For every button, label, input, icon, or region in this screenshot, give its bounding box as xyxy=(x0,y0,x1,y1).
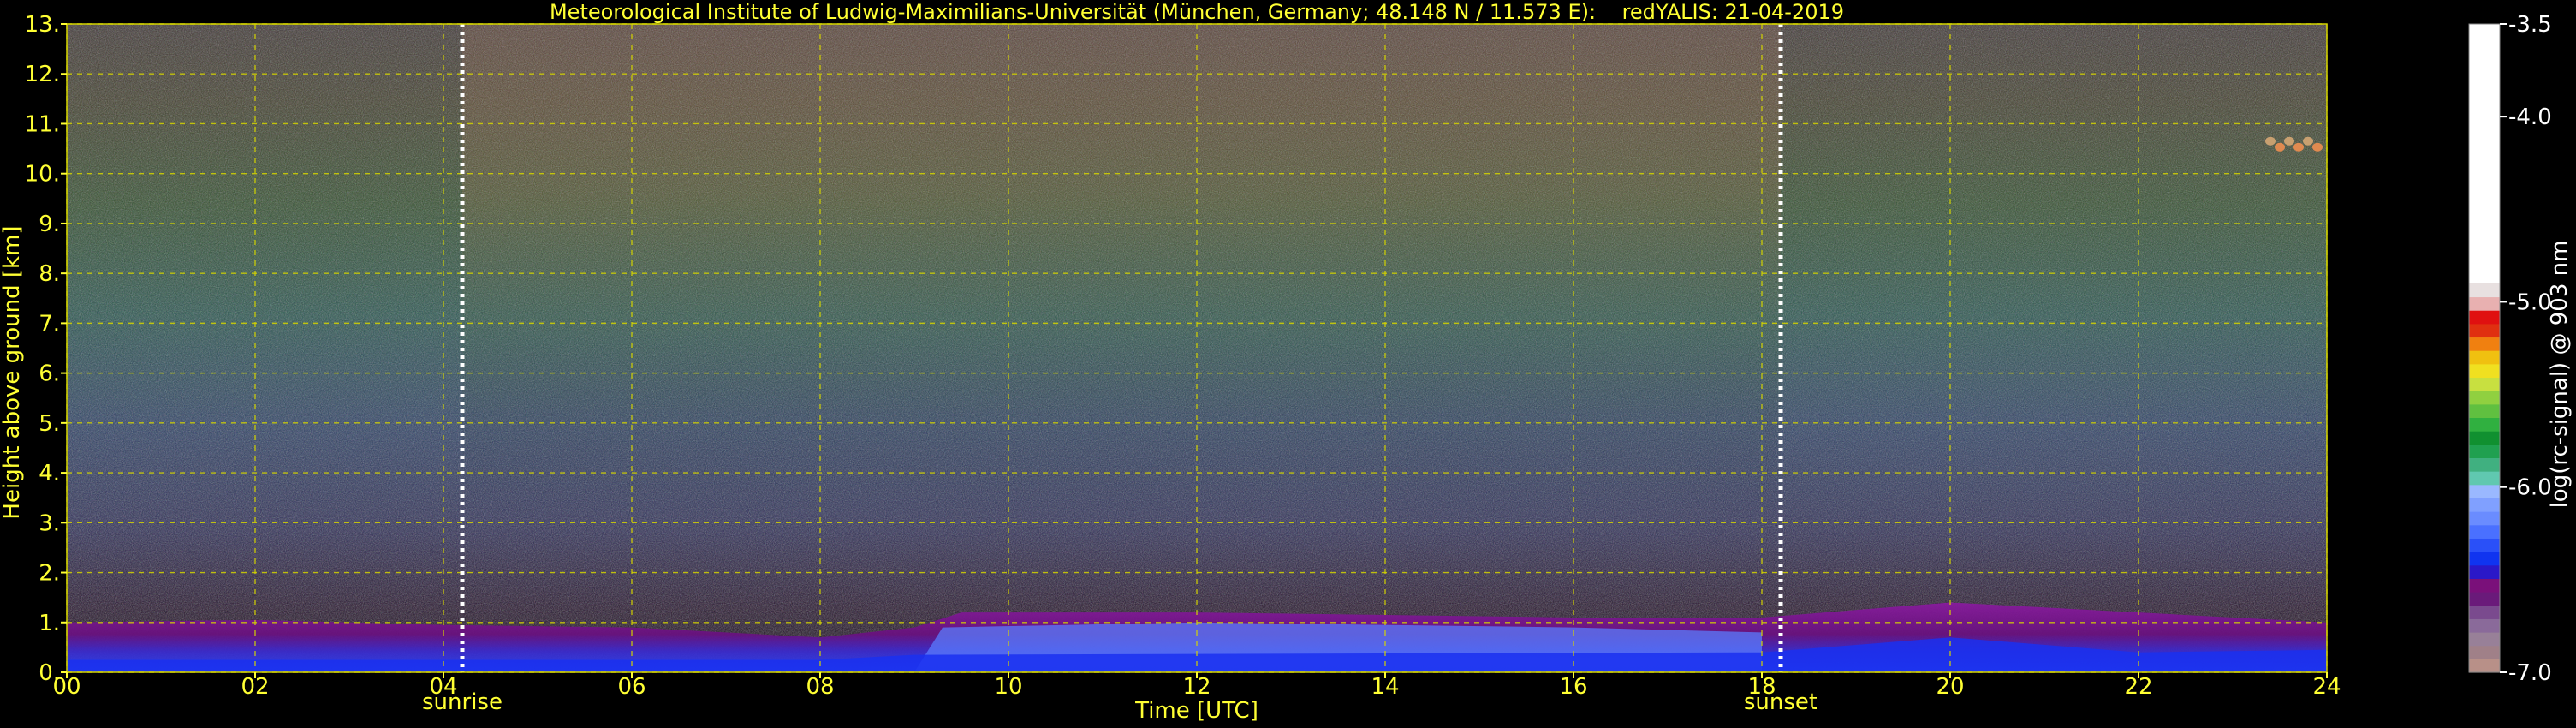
cloud-patch-mark xyxy=(2284,136,2294,146)
colorbar-tick-label: -7.0 xyxy=(2508,660,2552,686)
y-tick-label: 7. xyxy=(39,311,60,337)
x-axis-label: Time [UTC] xyxy=(1134,698,1258,724)
colorbar-segment xyxy=(2469,296,2500,311)
cloud-patch-mark xyxy=(2312,142,2323,152)
colorbar-segment xyxy=(2469,403,2500,419)
x-tick-label: 16 xyxy=(1559,674,1587,700)
colorbar-segment xyxy=(2469,618,2500,633)
cloud-patch-mark xyxy=(2293,142,2304,152)
y-tick-label: 0. xyxy=(39,660,60,686)
colorbar-tick-label: -4.0 xyxy=(2508,104,2552,130)
colorbar-tick-label: -3.5 xyxy=(2508,12,2552,38)
y-tick-label: 12. xyxy=(25,62,60,87)
x-tick-label: 06 xyxy=(617,674,645,700)
colorbar-segment xyxy=(2469,645,2500,659)
x-tick-label: 10 xyxy=(994,674,1022,700)
colorbar-segment xyxy=(2469,632,2500,647)
x-tick-label: 04 xyxy=(429,674,457,700)
y-tick-label: 10. xyxy=(25,162,60,188)
colorbar-segment xyxy=(2469,484,2500,498)
colorbar: -3.5 -4.0 -5.0 -6.0 -7.0 xyxy=(2468,12,2552,686)
x-tick-label: 14 xyxy=(1371,674,1399,700)
y-tick-label: 13. xyxy=(25,12,60,38)
colorbar-segment xyxy=(2469,457,2500,472)
x-tick-label: 18 xyxy=(1747,674,1776,700)
y-tick-label: 4. xyxy=(39,461,60,486)
colorbar-segment xyxy=(2469,417,2500,432)
y-tick-label: 1. xyxy=(39,611,60,636)
x-tick-label: 08 xyxy=(806,674,834,700)
colorbar-segment xyxy=(2469,444,2500,459)
colorbar-segment xyxy=(2469,498,2500,512)
colorbar-segment xyxy=(2469,363,2500,379)
colorbar-tick-label: -5.0 xyxy=(2508,289,2552,315)
y-axis-label: Height above ground [km] xyxy=(0,225,25,519)
x-tick-label: 12 xyxy=(1182,674,1211,700)
colorbar-segment xyxy=(2469,659,2500,673)
x-tick-label: 22 xyxy=(2124,674,2152,700)
y-tick-label: 3. xyxy=(39,510,60,536)
cloud-patch-mark xyxy=(2275,142,2285,152)
colorbar-segment xyxy=(2469,578,2500,593)
colorbar-segment xyxy=(2469,605,2500,619)
colorbar-segment xyxy=(2469,592,2500,606)
cloud-patch-mark xyxy=(2303,136,2313,146)
y-tick-label: 5. xyxy=(39,411,60,437)
y-tick-label: 6. xyxy=(39,361,60,387)
colorbar-segment xyxy=(2469,323,2500,338)
colorbar-segment xyxy=(2469,310,2500,325)
colorbar-segment xyxy=(2469,511,2500,526)
colorbar-tick-label: -6.0 xyxy=(2508,475,2552,501)
x-tick-label: 20 xyxy=(1936,674,1964,700)
colorbar-segment xyxy=(2469,391,2500,405)
chart-title: Meteorological Institute of Ludwig-Maxim… xyxy=(550,0,1844,24)
x-tick-label: 24 xyxy=(2312,674,2341,700)
colorbar-segment xyxy=(2469,564,2500,579)
colorbar-segment xyxy=(2469,431,2500,445)
colorbar-segment xyxy=(2469,24,2500,283)
lidar-figure: sunrise sunset00 02 04 06 08 10 12 14 16 18 20 22 240… xyxy=(0,0,2573,724)
y-tick-label: 2. xyxy=(39,561,60,587)
colorbar-segment xyxy=(2469,538,2500,552)
colorbar-segment xyxy=(2469,377,2500,391)
y-tick-label: 11. xyxy=(25,111,60,137)
colorbar-segment xyxy=(2469,337,2500,351)
colorbar-label: log(rc-signal) @ 903 nm xyxy=(2547,241,2573,509)
cloud-patch-mark xyxy=(2265,136,2276,146)
colorbar-segment xyxy=(2469,283,2500,298)
colorbar-segment xyxy=(2469,350,2500,365)
colorbar-segment xyxy=(2469,524,2500,539)
y-tick-label: 9. xyxy=(39,212,60,237)
x-tick-label: 02 xyxy=(241,674,269,700)
colorbar-segment xyxy=(2469,552,2500,566)
colorbar-segment xyxy=(2469,471,2500,486)
y-tick-label: 8. xyxy=(39,261,60,287)
